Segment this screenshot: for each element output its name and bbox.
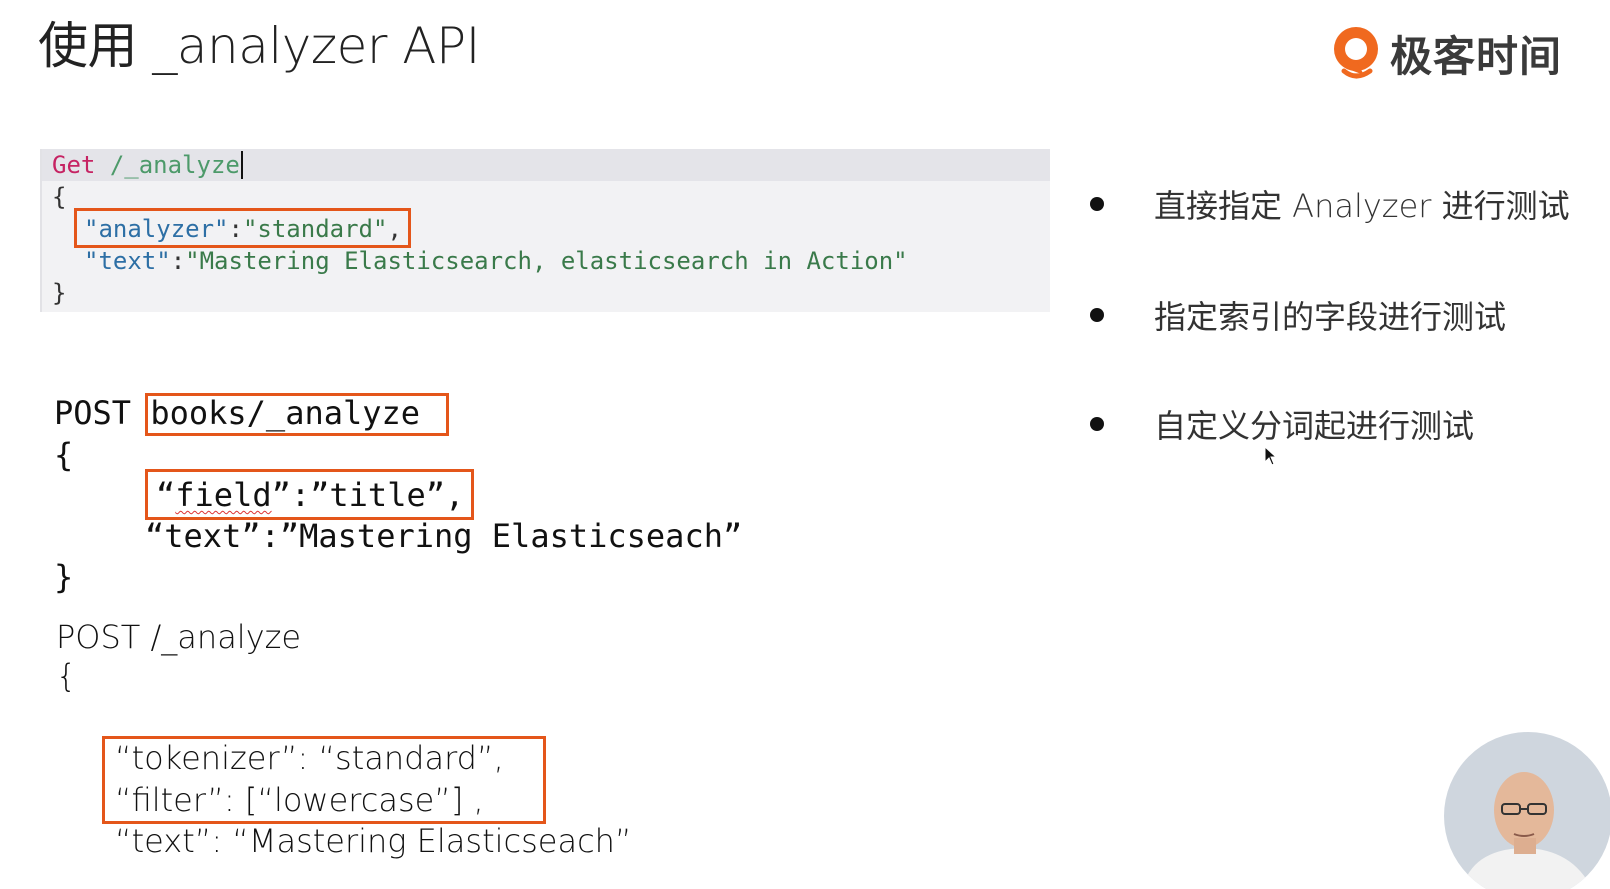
example3-text-line: “text”: “Mastering Elasticseach”: [115, 822, 632, 860]
bullet-text: 指定索引的字段进行测试: [1154, 298, 1507, 336]
bullet-item: 自定义分词起进行测试: [1090, 401, 1474, 447]
text-cursor: [240, 151, 243, 179]
console-method: Get: [52, 151, 96, 179]
console-text-value: "Mastering Elasticsearch, elasticsearch …: [185, 247, 908, 275]
highlight-box-books-analyze: [145, 393, 449, 436]
console-open-brace: {: [52, 183, 67, 211]
mouse-pointer-icon: [1264, 446, 1278, 466]
bullet-item: 直接指定 Analyzer 进行测试: [1090, 181, 1570, 227]
geektime-logo-icon: [1334, 27, 1378, 79]
highlight-box-field: [145, 469, 474, 520]
bullet-dot-icon: [1090, 197, 1104, 211]
example3-request-line: POST /_analyze: [56, 618, 302, 656]
example2-text-line: “text”:”Mastering Elasticseach”: [145, 517, 743, 555]
bullet-text: 自定义分词起进行测试: [1154, 407, 1475, 445]
bullet-dot-icon: [1090, 417, 1104, 431]
console-request-line[interactable]: Get /_analyze: [52, 149, 243, 181]
console-colon: :: [170, 247, 186, 275]
bullet-dot-icon: [1090, 308, 1104, 322]
bullet-text: 直接指定 Analyzer 进行测试: [1154, 187, 1570, 225]
console-text-key: "text": [84, 247, 171, 275]
logo-text: 极客时间: [1390, 31, 1563, 81]
bullet-item: 指定索引的字段进行测试: [1090, 292, 1506, 338]
console-text-line: "text":"Mastering Elasticsearch, elastic…: [84, 245, 908, 277]
geektime-logo: 极客时间: [1330, 22, 1562, 84]
highlight-box-tokenizer-filter: [102, 736, 546, 824]
example2-open-brace: {: [54, 436, 74, 474]
slide-title: 使用 _analyzer API: [38, 17, 480, 75]
presenter-video-thumbnail: [1444, 732, 1610, 889]
console-close-brace: }: [52, 279, 67, 307]
example3-open-brace: {: [56, 657, 77, 695]
highlight-box-analyzer: [74, 208, 411, 248]
example2-method: POST: [54, 394, 132, 432]
example2-close-brace: }: [54, 558, 74, 596]
console-path: /_analyze: [109, 151, 240, 179]
